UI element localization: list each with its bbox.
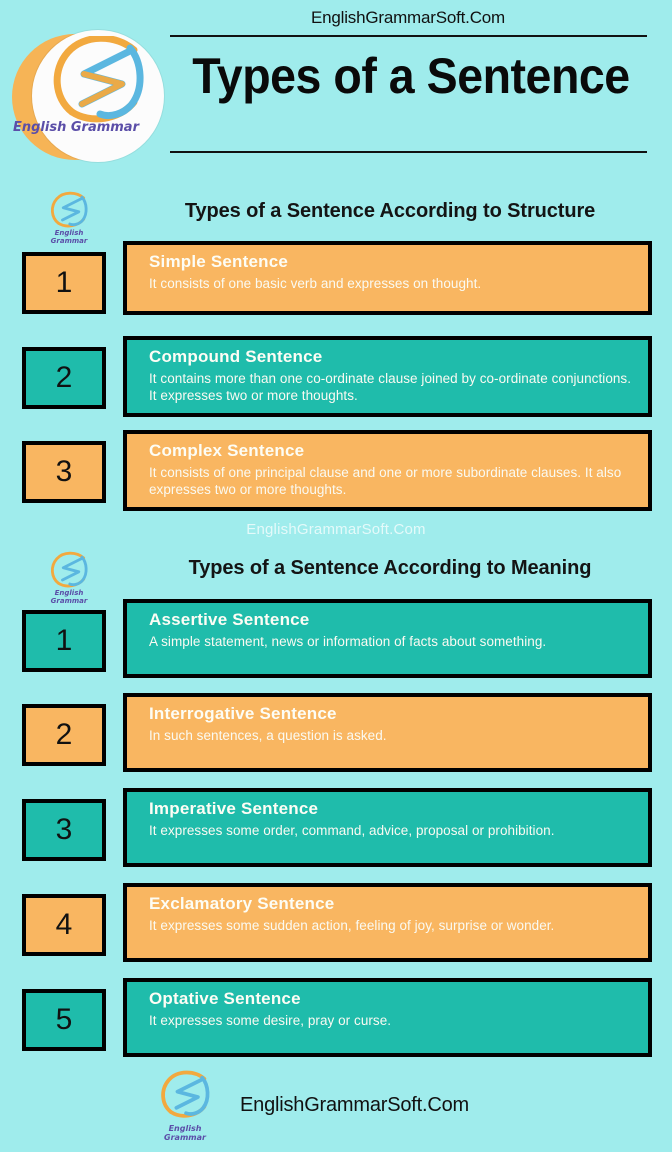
section-1-heading: Types of a Sentence According to Structu… [184, 200, 596, 222]
section-2-logo: English Grammar [38, 551, 100, 605]
page-title: Types of a Sentence [192, 48, 630, 104]
meaning-row-2-card: Interrogative Sentence In such sentences… [123, 693, 652, 772]
logo-disc [32, 30, 164, 162]
section-2-logo-label: English Grammar [50, 589, 88, 605]
structure-row-1-title: Simple Sentence [149, 252, 289, 271]
structure-row-1-number: 1 [22, 252, 106, 314]
section-1-logo: English Grammar [38, 191, 100, 245]
header-divider-bottom [170, 151, 647, 153]
english-grammar-logo-icon [50, 191, 88, 228]
english-grammar-logo-icon [53, 36, 144, 123]
meaning-row-3-description: It expresses some order, command, advice… [149, 823, 555, 838]
site-name-top: EnglishGrammarSoft.Com [311, 8, 505, 27]
meaning-row-4-card: Exclamatory Sentence It expresses some s… [123, 883, 652, 962]
meaning-row-2-number: 2 [22, 704, 106, 766]
meaning-row-1-title: Assertive Sentence [149, 610, 310, 629]
structure-row-3-card: Complex Sentence It consists of one prin… [123, 430, 652, 511]
meaning-row-4-title: Exclamatory Sentence [149, 894, 335, 913]
meaning-row-3-number: 3 [22, 799, 106, 861]
section-2-heading: Types of a Sentence According to Meaning [188, 557, 592, 579]
watermark: EnglishGrammarSoft.Com [246, 521, 426, 538]
meaning-row-1-number: 1 [22, 610, 106, 672]
meaning-row-5-number: 5 [22, 989, 106, 1051]
meaning-row-3-card: Imperative Sentence It expresses some or… [123, 788, 652, 867]
structure-row-2-card: Compound Sentence It contains more than … [123, 336, 652, 417]
structure-row-1-card: Simple Sentence It consists of one basic… [123, 241, 652, 315]
structure-row-3-title: Complex Sentence [149, 441, 305, 460]
structure-row-2-title: Compound Sentence [149, 347, 323, 366]
header: English Grammar EnglishGrammarSoft.Com T… [0, 0, 672, 175]
structure-row-3-number: 3 [22, 441, 106, 503]
footer-site-name: EnglishGrammarSoft.Com [240, 1094, 469, 1116]
meaning-row-1-description: A simple statement, news or information … [149, 634, 547, 649]
english-grammar-logo-icon [161, 1070, 210, 1118]
structure-row-3-description: It consists of one principal clause and … [149, 465, 622, 497]
meaning-row-4-description: It expresses some sudden action, feeling… [149, 918, 555, 933]
footer-logo-label: English Grammar [164, 1124, 206, 1142]
meaning-row-2-description: In such sentences, a question is asked. [149, 728, 387, 743]
meaning-row-3-title: Imperative Sentence [149, 799, 319, 818]
meaning-row-5-description: It expresses some desire, pray or curse. [149, 1013, 392, 1028]
footer-logo: English Grammar [152, 1070, 218, 1142]
brand-logo-label: English Grammar [12, 120, 139, 135]
infographic-page: English Grammar EnglishGrammarSoft.Com T… [0, 0, 672, 1152]
brand-logo: English Grammar [10, 28, 164, 168]
footer: English Grammar EnglishGrammarSoft.Com [0, 1068, 672, 1152]
structure-row-2-description: It contains more than one co-ordinate cl… [149, 371, 632, 403]
meaning-row-5-title: Optative Sentence [149, 989, 301, 1008]
meaning-row-4-number: 4 [22, 894, 106, 956]
header-divider-top [170, 35, 647, 37]
meaning-row-1-card: Assertive Sentence A simple statement, n… [123, 599, 652, 678]
structure-row-1-description: It consists of one basic verb and expres… [149, 276, 482, 291]
section-1-logo-label: English Grammar [50, 229, 88, 245]
english-grammar-logo-icon [50, 551, 88, 588]
meaning-row-2-title: Interrogative Sentence [149, 704, 337, 723]
meaning-row-5-card: Optative Sentence It expresses some desi… [123, 978, 652, 1057]
structure-row-2-number: 2 [22, 347, 106, 409]
